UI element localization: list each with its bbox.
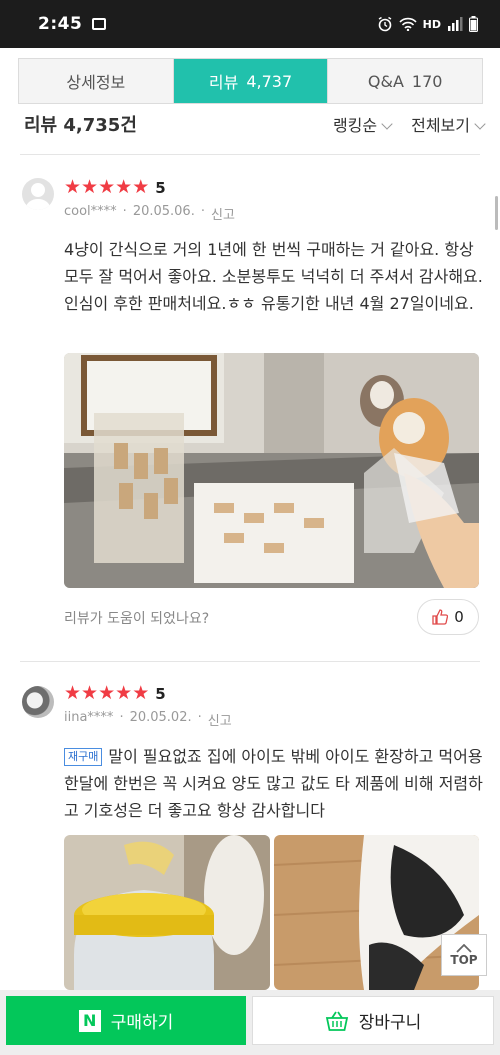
star-icon: ★ — [64, 176, 82, 198]
thumbs-up-icon — [432, 609, 449, 625]
header-divider — [20, 154, 480, 155]
review-count-title: 리뷰 4,735건 — [24, 115, 137, 136]
like-count: 0 — [454, 608, 464, 626]
alarm-icon — [378, 16, 392, 32]
star-rating: ★ ★ ★ ★ ★ 5 — [64, 178, 166, 197]
tab-qna-count: 170 — [411, 71, 443, 91]
review-text: 재구매 말이 필요없죠 집에 아이도 밖베 아이도 환장하고 먹어용 한달에 한번… — [64, 743, 484, 824]
avatar — [22, 686, 54, 718]
battery-icon — [469, 16, 478, 32]
helpful-question: 리뷰가 도움이 되었나요? — [64, 611, 210, 627]
basket-icon — [325, 1011, 348, 1031]
sort-label: 랭킹순 — [332, 116, 378, 135]
scrollbar-thumb[interactable] — [495, 196, 498, 230]
buy-button[interactable]: N 구매하기 — [6, 996, 246, 1045]
tab-reviews[interactable]: 리뷰 4,737 — [172, 59, 328, 103]
star-icon: ★ — [115, 176, 133, 198]
cart-label: 장바구니 — [358, 1013, 422, 1033]
chevron-down-icon — [381, 118, 393, 130]
buy-label: 구매하기 — [110, 1013, 174, 1033]
review-date: 20.05.06. — [132, 204, 195, 219]
status-icons: HD — [377, 16, 478, 32]
review-photo[interactable] — [64, 835, 270, 990]
review-divider — [20, 661, 480, 662]
review-text-body: 말이 필요없죠 집에 아이도 밖베 아이도 환장하고 먹어용 한달에 한번은 꼭… — [64, 747, 483, 820]
gallery-icon — [92, 18, 107, 30]
star-icon: ★ — [81, 682, 99, 704]
star-icon: ★ — [132, 176, 150, 198]
bottom-action-bar: N 구매하기 장바구니 — [0, 990, 500, 1055]
naver-logo-icon: N — [78, 1009, 101, 1032]
cart-button[interactable]: 장바구니 — [252, 996, 494, 1045]
report-link[interactable]: 신고 — [211, 204, 235, 223]
review-score: 5 — [155, 178, 166, 197]
review-score: 5 — [155, 684, 166, 703]
like-button[interactable]: 0 — [417, 599, 479, 635]
tab-qna-label: Q&A — [367, 71, 404, 91]
status-time: 2:45 — [38, 14, 83, 34]
star-icon: ★ — [98, 682, 116, 704]
review-photo-image — [64, 835, 270, 990]
sort-dropdown[interactable]: 랭킹순 — [332, 112, 393, 136]
repurchase-badge: 재구매 — [64, 748, 103, 766]
tab-qna[interactable]: Q&A 170 — [327, 59, 483, 103]
star-rating: ★ ★ ★ ★ ★ 5 — [64, 684, 166, 703]
product-tabs: 상세정보 리뷰 4,737 Q&A 170 — [18, 58, 483, 104]
star-icon: ★ — [115, 682, 133, 704]
tab-reviews-label: 리뷰 — [208, 73, 239, 92]
status-bar: 2:45 HD — [0, 0, 500, 48]
review-photo-image — [64, 353, 479, 588]
review-header: 리뷰 4,735건 랭킹순 전체보기 — [24, 110, 486, 138]
avatar — [22, 178, 54, 210]
tab-reviews-count: 4,737 — [246, 71, 293, 91]
star-icon: ★ — [132, 682, 150, 704]
review-date: 20.05.02. — [129, 710, 192, 725]
signal-icon — [448, 17, 463, 31]
filter-dropdown[interactable]: 전체보기 — [411, 112, 486, 136]
tab-details-label: 상세정보 — [66, 73, 126, 92]
chevron-up-icon — [456, 943, 472, 953]
review-photo[interactable] — [64, 353, 479, 588]
review-text: 4냥이 간식으로 거의 1년에 한 번씩 구매하는 거 같아요. 항상 모두 잘… — [64, 240, 483, 313]
report-link[interactable]: 신고 — [208, 710, 232, 729]
review-user: iina**** — [64, 710, 114, 725]
top-label: TOP — [450, 952, 478, 967]
review-user: cool**** — [64, 204, 117, 219]
tab-details[interactable]: 상세정보 — [19, 59, 173, 103]
hd-voice-label: HD — [422, 17, 441, 31]
filter-label: 전체보기 — [411, 116, 470, 135]
star-icon: ★ — [64, 682, 82, 704]
chevron-down-icon — [474, 118, 486, 130]
review-meta: cool**** · 20.05.06. · 신고 — [64, 204, 235, 223]
review-meta: iina**** · 20.05.02. · 신고 — [64, 710, 232, 729]
star-icon: ★ — [81, 176, 99, 198]
star-icon: ★ — [98, 176, 116, 198]
wifi-icon — [399, 17, 417, 31]
scroll-top-button[interactable]: TOP — [441, 934, 487, 976]
